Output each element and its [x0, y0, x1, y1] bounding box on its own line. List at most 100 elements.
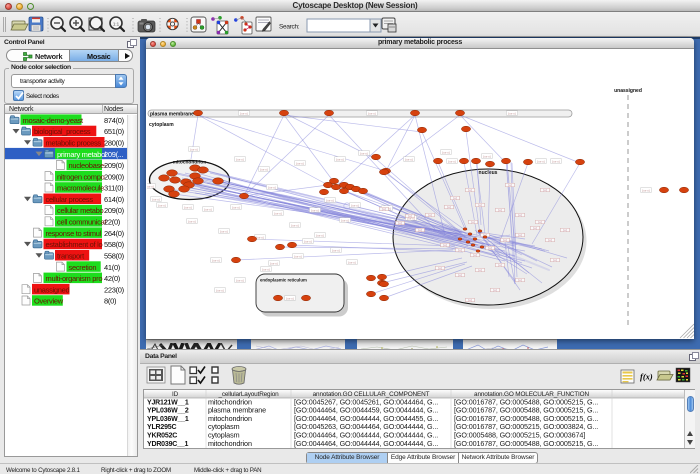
- svg-text:[xx-x]: [xx-x]: [348, 260, 355, 264]
- svg-text:[xx-x]: [xx-x]: [552, 159, 559, 163]
- svg-text:Search:: Search:: [279, 24, 300, 31]
- svg-text:[xx-x]: [xx-x]: [216, 288, 223, 292]
- svg-text:[xx-x]: [xx-x]: [147, 184, 154, 188]
- svg-text:[xx]: [xx]: [473, 253, 478, 257]
- svg-text:f(x): f(x): [640, 372, 653, 382]
- svg-text:223(0): 223(0): [104, 286, 125, 295]
- svg-text:cellular metabo: cellular metabo: [57, 207, 103, 216]
- svg-text:YKR052C: YKR052C: [147, 433, 177, 440]
- svg-text:unassigned: unassigned: [34, 286, 69, 295]
- svg-text:[xx-x]: [xx-x]: [537, 159, 544, 163]
- svg-text:[xx-x]: [xx-x]: [360, 151, 367, 155]
- svg-text:651(0): 651(0): [104, 128, 125, 137]
- svg-text:mitochondrion: mitochondrion: [173, 160, 207, 166]
- svg-text:[xx-x]: [xx-x]: [442, 150, 449, 154]
- svg-text:[xx-x]: [xx-x]: [256, 235, 263, 239]
- svg-text:establishment of lo: establishment of lo: [46, 240, 103, 249]
- svg-text:[xx-x]: [xx-x]: [291, 223, 298, 227]
- svg-text:[xx]: [xx]: [468, 298, 473, 302]
- svg-text:[GO:0044464, GO:0044444, GO:00: [GO:0044464, GO:0044444, GO:0044444, G..…: [294, 439, 438, 448]
- svg-text:unassigned: unassigned: [614, 88, 642, 94]
- svg-text:42(0): 42(0): [104, 274, 121, 283]
- svg-text:YPL036W__1: YPL036W__1: [147, 416, 189, 423]
- svg-text:cytoplasm: cytoplasm: [149, 122, 174, 128]
- svg-text:[xx-x]: [xx-x]: [286, 296, 293, 300]
- svg-text:[xx-x]: [xx-x]: [268, 185, 275, 189]
- svg-text:[xx]: [xx]: [428, 213, 433, 217]
- svg-text:[xx-x]: [xx-x]: [190, 147, 197, 151]
- svg-text:[xx-x]: [xx-x]: [294, 254, 301, 258]
- svg-text:[xx-x]: [xx-x]: [332, 248, 339, 252]
- svg-text:614(0): 614(0): [104, 195, 125, 204]
- svg-text:[xx]: [xx]: [458, 248, 463, 252]
- svg-text:[xx-x]: [xx-x]: [220, 229, 227, 233]
- svg-text:[xx-x]: [xx-x]: [296, 161, 303, 165]
- svg-text:280(0): 280(0): [104, 139, 125, 148]
- svg-text:[xx]: [xx]: [478, 268, 483, 272]
- svg-text:[xx]: [xx]: [548, 238, 553, 242]
- svg-text:558(0): 558(0): [104, 240, 125, 249]
- svg-text:mosaic-demo-yeast: mosaic-demo-yeast: [23, 116, 85, 125]
- svg-text:[xx-x]: [xx-x]: [351, 203, 358, 207]
- svg-text:[xx-x]: [xx-x]: [326, 198, 333, 202]
- svg-text:[xx]: [xx]: [533, 226, 538, 230]
- svg-text:[xx]: [xx]: [518, 213, 523, 217]
- svg-text:cellular process: cellular process: [46, 195, 94, 204]
- svg-text:Overview: Overview: [34, 297, 64, 306]
- svg-text:[xx]: [xx]: [471, 220, 476, 224]
- svg-text:YPL036W__2: YPL036W__2: [147, 408, 189, 415]
- svg-text:nitrogen compo: nitrogen compo: [57, 173, 105, 182]
- svg-text:cell communicat: cell communicat: [57, 218, 107, 227]
- svg-text:nucleobase-: nucleobase-: [69, 161, 107, 170]
- svg-text:[xx-x]: [xx-x]: [236, 157, 243, 161]
- svg-text:[xx]: [xx]: [498, 263, 503, 267]
- svg-text:[xx-x]: [xx-x]: [260, 167, 267, 171]
- svg-text:response to stimul: response to stimul: [46, 229, 102, 238]
- svg-text:[xx-x]: [xx-x]: [368, 111, 375, 115]
- svg-text:[xx]: [xx]: [458, 273, 463, 277]
- svg-text:[xx]: [xx]: [518, 233, 523, 237]
- svg-text:[xx-x]: [xx-x]: [152, 197, 159, 201]
- svg-text:8(0): 8(0): [104, 297, 117, 306]
- svg-text:[xx-x]: [xx-x]: [262, 267, 269, 271]
- svg-text:[xx]: [xx]: [498, 208, 503, 212]
- svg-text:[xx]: [xx]: [418, 228, 423, 232]
- svg-text:[xx-x]: [xx-x]: [341, 218, 348, 222]
- svg-text:[xx]: [xx]: [563, 228, 568, 232]
- svg-text:[xx-x]: [xx-x]: [270, 261, 277, 265]
- svg-text:[xx-x]: [xx-x]: [204, 207, 211, 211]
- svg-text:[xx]: [xx]: [488, 246, 493, 250]
- svg-text:mitochondrion: mitochondrion: [208, 439, 252, 448]
- svg-text:1:1: 1:1: [113, 22, 120, 27]
- svg-text:[GO:0016787, GO:0005488, GO:00: [GO:0016787, GO:0005488, GO:0005215, G..…: [454, 439, 598, 448]
- svg-text:[xx-x]: [xx-x]: [642, 188, 649, 192]
- svg-text:[xx]: [xx]: [553, 258, 558, 262]
- svg-text:YDR039C__1: YDR039C__1: [147, 441, 188, 448]
- svg-text:[xx-x]: [xx-x]: [316, 233, 323, 237]
- svg-text:biological_process: biological_process: [34, 128, 91, 137]
- svg-text:[xx]: [xx]: [382, 207, 387, 211]
- svg-text:[xx-x]: [xx-x]: [304, 239, 311, 243]
- svg-text:[xx]: [xx]: [468, 188, 473, 192]
- svg-text:[xx]: [xx]: [438, 266, 443, 270]
- svg-text:nucleus: nucleus: [479, 170, 498, 176]
- svg-text:macromolecule: macromolecule: [57, 184, 104, 193]
- svg-text:secretion: secretion: [69, 263, 97, 272]
- svg-text:[xx-x]: [xx-x]: [336, 157, 343, 161]
- svg-text:primary metabol: primary metabol: [57, 150, 107, 159]
- svg-text:endoplasmic reticulum: endoplasmic reticulum: [260, 278, 307, 283]
- svg-text:[xx]: [xx]: [447, 205, 452, 209]
- svg-text:[xx]: [xx]: [443, 243, 448, 247]
- svg-text:[xx-x]: [xx-x]: [483, 154, 490, 158]
- svg-text:311(0): 311(0): [104, 184, 124, 193]
- svg-text:metabolic process: metabolic process: [46, 139, 102, 148]
- svg-text:[xx-x]: [xx-x]: [240, 111, 247, 115]
- svg-text:[xx-x]: [xx-x]: [448, 159, 455, 163]
- svg-text:[xx]: [xx]: [398, 221, 403, 225]
- svg-text:[xx-x]: [xx-x]: [405, 157, 412, 161]
- svg-text:[xx-x]: [xx-x]: [274, 211, 281, 215]
- svg-text:[xx-x]: [xx-x]: [311, 208, 318, 212]
- svg-text:[xx]: [xx]: [493, 288, 498, 292]
- svg-text:41(0): 41(0): [104, 263, 121, 272]
- svg-text:[xx-x]: [xx-x]: [184, 205, 191, 209]
